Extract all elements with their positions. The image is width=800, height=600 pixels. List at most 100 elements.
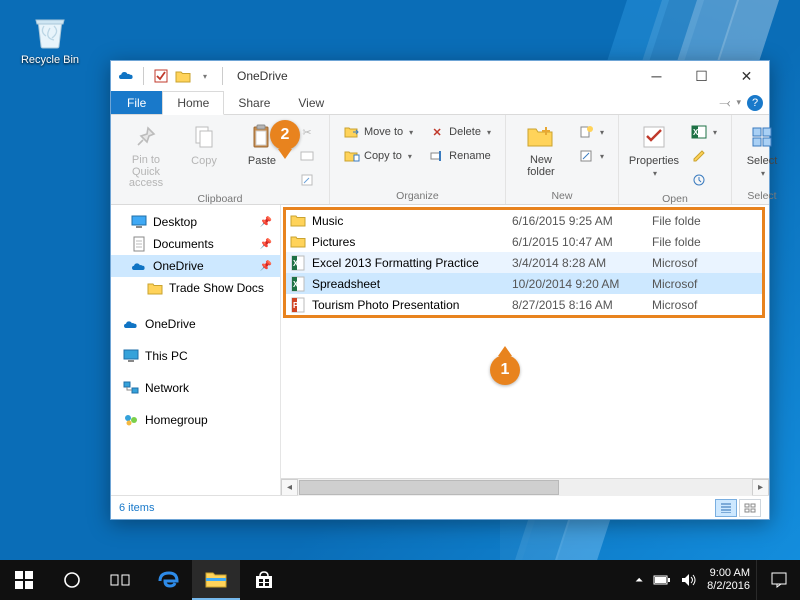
copy-button[interactable]: Copy — [177, 119, 231, 169]
nav-desktop[interactable]: Desktop📌 — [111, 211, 280, 233]
tray-clock[interactable]: 9:00 AM 8/2/2016 — [707, 567, 750, 592]
properties-button[interactable]: Properties▾ — [627, 119, 681, 180]
horizontal-scrollbar[interactable]: ◂ ▸ — [281, 478, 769, 495]
file-row[interactable]: Music6/16/2015 9:25 AMFile folde — [286, 210, 762, 231]
maximize-button[interactable]: ☐ — [679, 61, 724, 91]
file-type: Microsof — [652, 277, 762, 291]
paste-label: Paste — [248, 155, 276, 167]
delete-button[interactable]: ✕Delete▾ — [425, 121, 495, 143]
file-list: Music6/16/2015 9:25 AMFile foldePictures… — [281, 205, 769, 478]
view-large-icons-button[interactable] — [739, 499, 761, 517]
scroll-thumb[interactable] — [299, 480, 559, 495]
cortana-button[interactable] — [48, 560, 96, 600]
nav-trade-show-docs[interactable]: Trade Show Docs — [111, 277, 280, 299]
pin-to-quick-access-button[interactable]: Pin to Quick access — [119, 119, 173, 192]
rename-icon — [429, 148, 445, 164]
taskbar-edge[interactable] — [144, 560, 192, 600]
task-view-button[interactable] — [96, 560, 144, 600]
taskbar-explorer[interactable] — [192, 560, 240, 600]
excel-icon: X — [290, 255, 306, 271]
file-row[interactable]: XExcel 2013 Formatting Practice3/4/2014 … — [286, 252, 762, 273]
callout-2-label: 2 — [281, 126, 290, 144]
open-excel-icon: X — [691, 124, 707, 140]
qat-dropdown-icon[interactable]: ▾ — [196, 67, 214, 85]
svg-text:X: X — [293, 259, 299, 268]
qat-properties-icon[interactable] — [152, 67, 170, 85]
scroll-left-icon[interactable]: ◂ — [281, 479, 298, 496]
nav-network-label: Network — [145, 381, 189, 395]
nav-pane: Desktop📌 Documents📌 OneDrive📌 Trade Show… — [111, 205, 281, 495]
pin-icon — [134, 121, 158, 153]
file-type: File folde — [652, 214, 762, 228]
file-name: Tourism Photo Presentation — [312, 298, 512, 312]
tab-file[interactable]: File — [111, 91, 162, 114]
minimize-ribbon-icon[interactable]: ⤙ — [719, 94, 730, 111]
select-icon — [750, 121, 774, 153]
file-type: File folde — [652, 235, 762, 249]
svg-text:X: X — [293, 280, 299, 289]
taskbar-store[interactable] — [240, 560, 288, 600]
new-folder-icon — [526, 121, 556, 153]
explorer-window: ▾ OneDrive ─ ☐ ✕ File Home Share View ⤙ … — [110, 60, 770, 520]
nav-network[interactable]: Network — [111, 377, 280, 399]
nav-documents-label: Documents — [153, 237, 214, 251]
rename-button[interactable]: Rename — [425, 145, 495, 167]
file-date: 8/27/2015 8:16 AM — [512, 298, 652, 312]
documents-icon — [131, 236, 147, 252]
file-row[interactable]: P Tourism Photo Presentation8/27/2015 8:1… — [286, 294, 762, 315]
tray-battery-icon[interactable] — [653, 574, 671, 586]
new-item-icon — [578, 124, 594, 140]
history-button[interactable] — [687, 169, 721, 191]
help-icon[interactable]: ? — [747, 95, 763, 111]
file-type: Microsof — [652, 256, 762, 270]
group-organize-label: Organize — [330, 190, 505, 204]
chevron-down-icon[interactable]: ▾ — [736, 97, 741, 108]
edit-button[interactable] — [687, 145, 721, 167]
taskbar: ⏶ 9:00 AM 8/2/2016 — [0, 560, 800, 600]
pin-glyph-icon: 📌 — [260, 261, 272, 272]
new-item-button[interactable]: ▾ — [574, 121, 608, 143]
open-button[interactable]: X▾ — [687, 121, 721, 143]
easy-access-button[interactable]: ▾ — [574, 145, 608, 167]
edit-icon — [691, 148, 707, 164]
action-center-button[interactable] — [756, 560, 800, 600]
tray-overflow-icon[interactable]: ⏶ — [635, 575, 643, 586]
nav-desktop-label: Desktop — [153, 215, 197, 229]
select-button[interactable]: Select▾ — [740, 119, 784, 180]
nav-trade-show-label: Trade Show Docs — [169, 281, 264, 295]
paste-shortcut-button[interactable] — [295, 169, 319, 191]
file-name: Pictures — [312, 235, 512, 249]
svg-text:P: P — [293, 301, 299, 310]
start-button[interactable] — [0, 560, 48, 600]
file-row[interactable]: Pictures6/1/2015 10:47 AMFile folde — [286, 231, 762, 252]
scroll-right-icon[interactable]: ▸ — [752, 479, 769, 496]
view-details-button[interactable] — [715, 499, 737, 517]
tab-view[interactable]: View — [284, 91, 338, 114]
pin-label: Pin to Quick access — [121, 155, 171, 190]
copy-path-button[interactable] — [295, 145, 319, 167]
nav-onedrive-pinned[interactable]: OneDrive📌 — [111, 255, 280, 277]
qat-folder-icon[interactable] — [174, 67, 192, 85]
minimize-button[interactable]: ─ — [634, 61, 679, 91]
folder-icon — [147, 280, 163, 296]
move-to-button[interactable]: Move to▾ — [340, 121, 417, 143]
clock-time: 9:00 AM — [707, 567, 750, 580]
copy-to-button[interactable]: Copy to▾ — [340, 145, 417, 167]
tab-home[interactable]: Home — [162, 91, 224, 115]
nav-homegroup-label: Homegroup — [145, 413, 208, 427]
new-folder-button[interactable]: New folder — [514, 119, 568, 180]
close-button[interactable]: ✕ — [724, 61, 769, 91]
excel-icon: X — [290, 276, 306, 292]
desktop-icon-recycle-bin[interactable]: Recycle Bin — [20, 10, 80, 66]
nav-homegroup[interactable]: Homegroup — [111, 409, 280, 431]
tab-share[interactable]: Share — [224, 91, 284, 114]
nav-this-pc[interactable]: This PC — [111, 345, 280, 367]
file-type: Microsof — [652, 298, 762, 312]
file-row[interactable]: XSpreadsheet10/20/2014 9:20 AMMicrosof — [286, 273, 762, 294]
item-count: 6 items — [119, 502, 154, 514]
onedrive-icon — [117, 67, 135, 85]
ppt-icon: P — [290, 297, 306, 313]
nav-onedrive[interactable]: OneDrive — [111, 313, 280, 335]
tray-volume-icon[interactable] — [681, 573, 697, 587]
nav-documents[interactable]: Documents📌 — [111, 233, 280, 255]
